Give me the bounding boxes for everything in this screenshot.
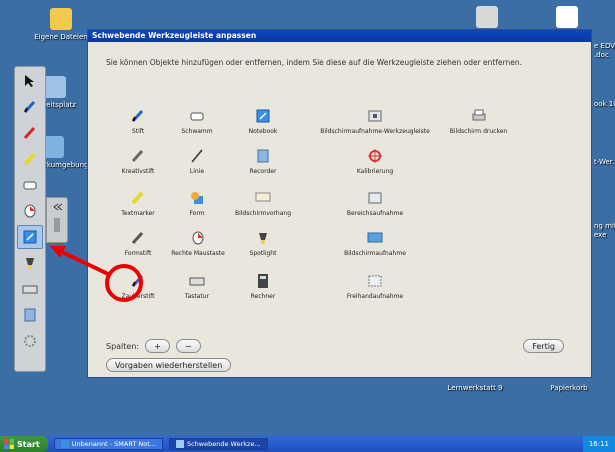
system-tray: 16:11 <box>582 436 615 452</box>
start-button[interactable]: Start <box>0 436 48 452</box>
start-label: Start <box>17 439 40 449</box>
task-label: Unbenannt - SMART Not... <box>71 440 156 448</box>
annotation-arrow <box>50 246 109 276</box>
notebook-icon <box>60 440 69 448</box>
taskbar-item-customize-toolbar[interactable]: Schwebende Werkze... <box>168 438 268 450</box>
annotation-circle <box>105 264 143 302</box>
task-label: Schwebende Werkze... <box>186 440 261 448</box>
taskbar-item-smart-notebook[interactable]: Unbenannt - SMART Not... <box>53 438 163 450</box>
taskbar: Start Unbenannt - SMART Not... Schwebend… <box>0 436 615 452</box>
window-icon <box>175 440 184 448</box>
windows-logo-icon <box>4 439 14 449</box>
clock[interactable]: 16:11 <box>589 440 609 448</box>
